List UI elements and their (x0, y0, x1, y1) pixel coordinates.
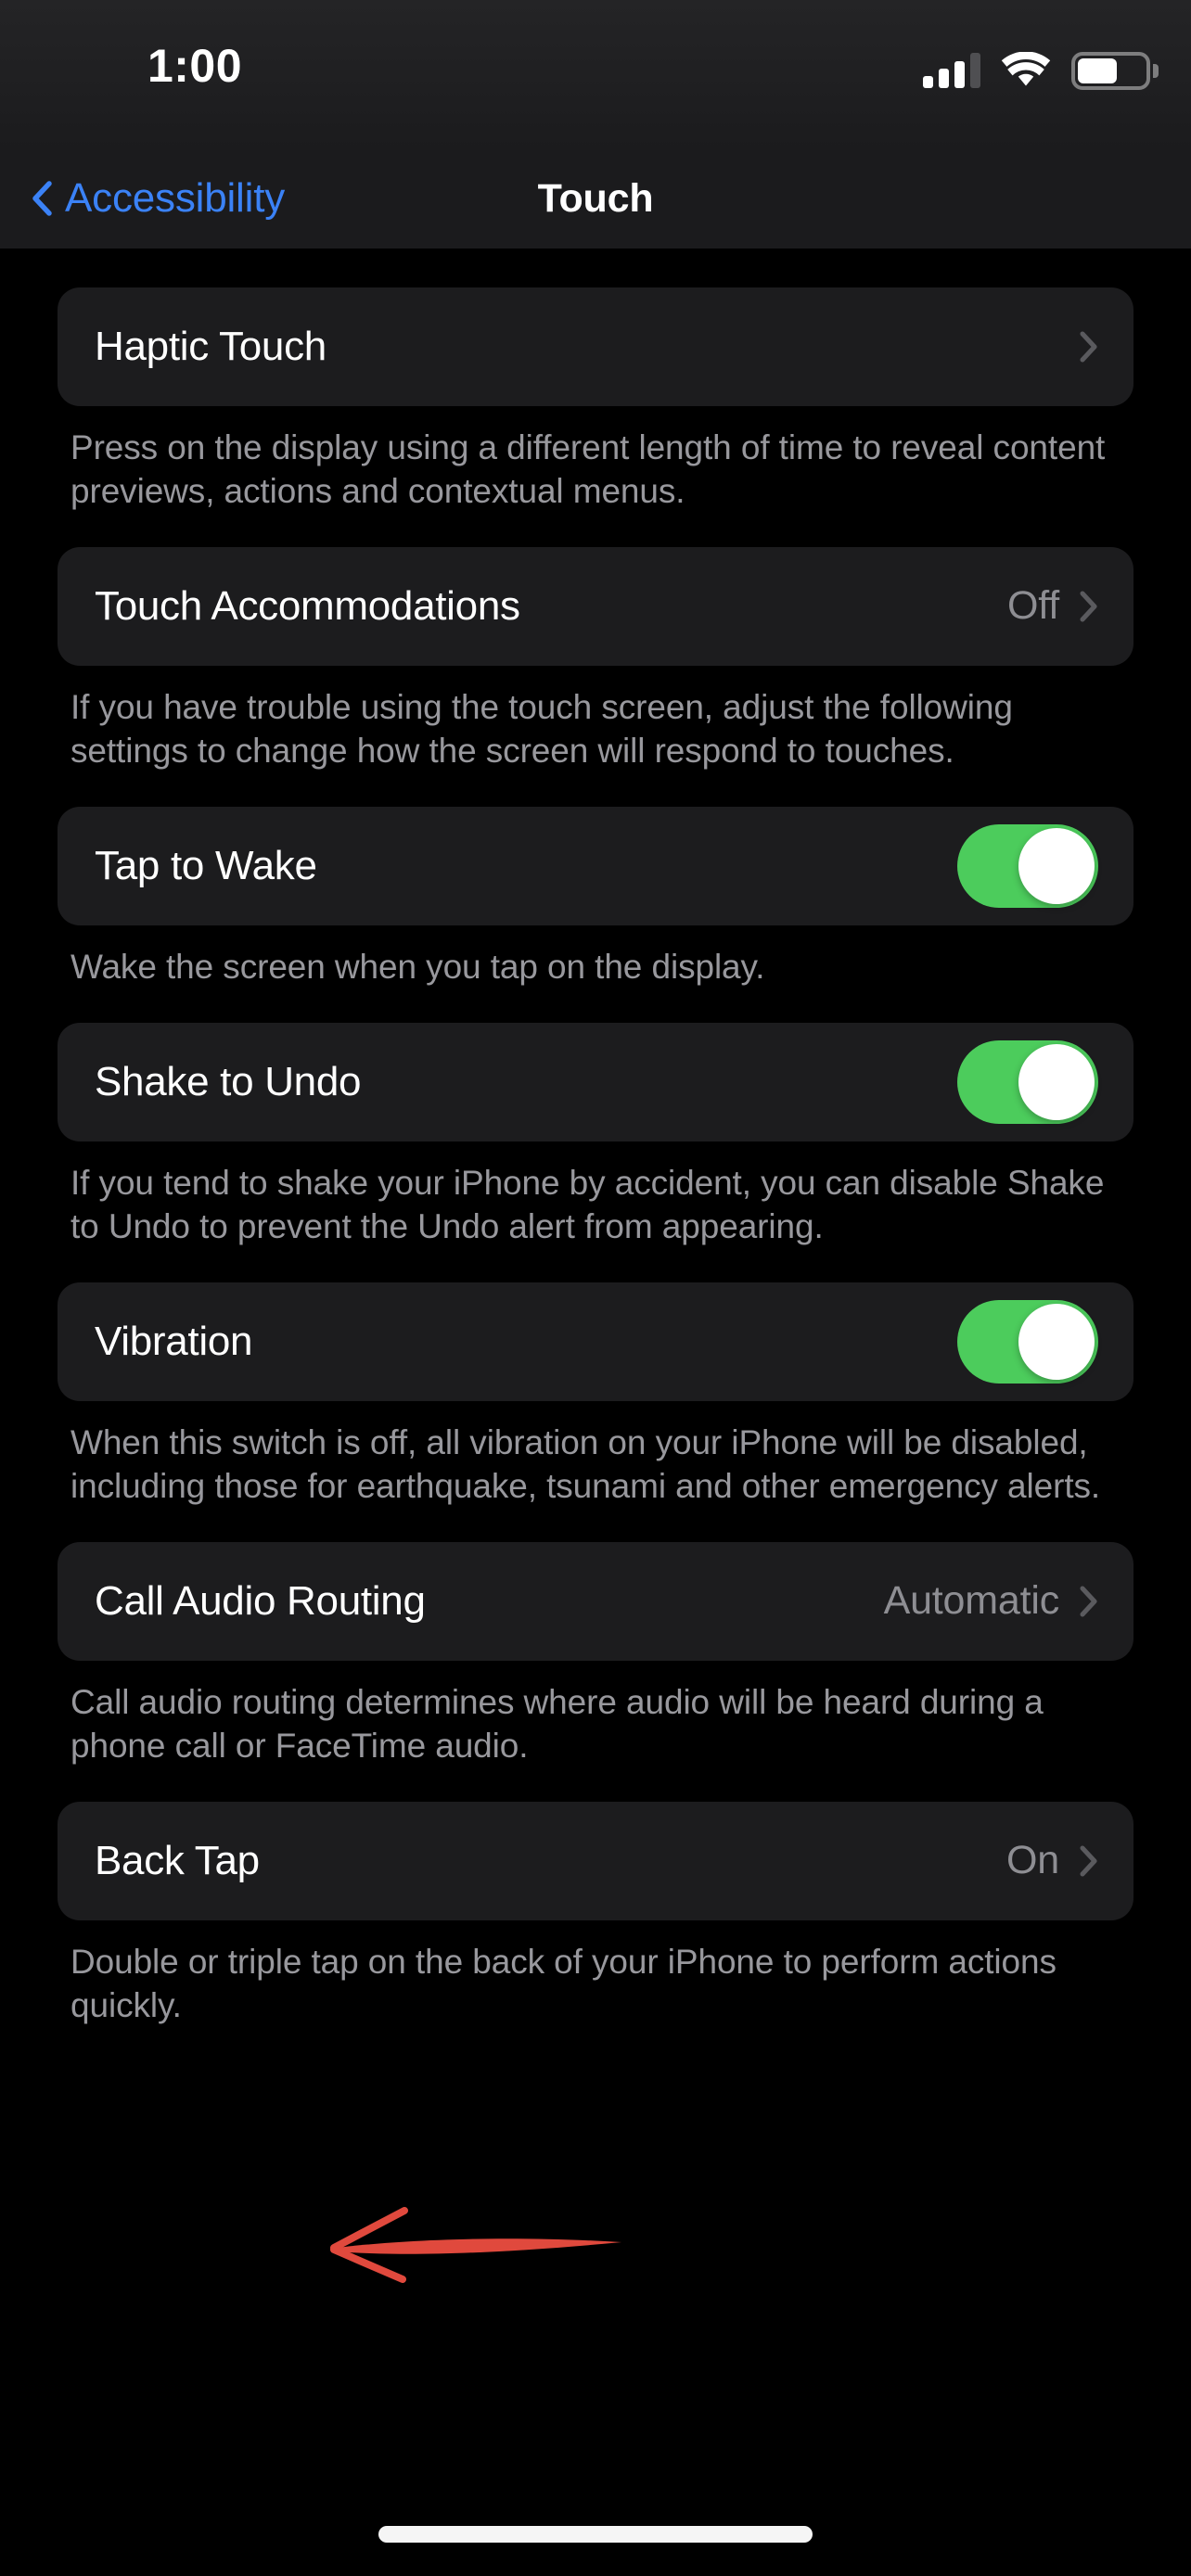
section-footer: When this switch is off, all vibration o… (70, 1422, 1101, 1505)
section-vibration: Vibration When this switch is off, all v… (58, 1282, 1133, 1509)
row-accessory: On (1006, 1838, 1098, 1883)
tap-to-wake-toggle[interactable] (957, 823, 1098, 908)
row-accessory (957, 1039, 1098, 1124)
navigation-bar: Accessibility Touch (0, 148, 1191, 249)
row-accessory: Automatic (884, 1578, 1098, 1624)
back-button-label: Accessibility (65, 175, 286, 221)
section-footer: If you tend to shake your iPhone by acci… (70, 1163, 1105, 1245)
section-back-tap: Back Tap On Double or triple tap on the … (58, 1801, 1133, 2028)
row-value: Off (1007, 583, 1059, 629)
row-label: Touch Accommodations (95, 582, 520, 629)
row-tap-to-wake: Tap to Wake (58, 806, 1133, 925)
row-touch-accommodations[interactable]: Touch Accommodations Off (58, 546, 1133, 666)
section-footer: Call audio routing determines where audi… (70, 1682, 1044, 1765)
chevron-right-icon (1080, 331, 1098, 363)
status-bar-indicators (923, 45, 1159, 96)
row-label: Shake to Undo (95, 1058, 362, 1104)
row-shake-to-undo: Shake to Undo (58, 1022, 1133, 1141)
row-label: Tap to Wake (95, 842, 317, 888)
row-label: Back Tap (95, 1837, 260, 1883)
row-haptic-touch[interactable]: Haptic Touch (58, 287, 1133, 406)
settings-list: Haptic Touch Press on the display using … (0, 249, 1191, 2576)
toggle-knob (1018, 827, 1095, 904)
cellular-signal-icon (923, 53, 980, 88)
section-footer: Press on the display using a different l… (70, 428, 1106, 510)
toggle-knob (1018, 1303, 1095, 1380)
wifi-icon (1001, 52, 1051, 89)
chevron-left-icon (32, 180, 52, 217)
section-footer: If you have trouble using the touch scre… (70, 687, 1013, 770)
battery-icon (1071, 51, 1159, 90)
shake-to-undo-toggle[interactable] (957, 1039, 1098, 1124)
row-accessory (957, 823, 1098, 908)
row-back-tap[interactable]: Back Tap On (58, 1801, 1133, 1920)
section-tap-to-wake: Tap to Wake Wake the screen when you tap… (58, 806, 1133, 989)
chevron-right-icon (1080, 1586, 1098, 1617)
row-value: Automatic (883, 1578, 1060, 1624)
iphone-screen: 1:00 Accessibility Touch Haptic Touch Pr… (0, 0, 1191, 2576)
row-accessory (957, 1299, 1098, 1384)
row-accessory: Off (1007, 583, 1098, 629)
row-accessory (1059, 331, 1098, 363)
home-indicator (378, 2526, 813, 2543)
row-label: Haptic Touch (95, 324, 327, 369)
row-call-audio-routing[interactable]: Call Audio Routing Automatic (58, 1541, 1133, 1661)
status-bar-time: 1:00 (147, 40, 243, 92)
chevron-right-icon (1080, 591, 1098, 622)
chevron-right-icon (1080, 1845, 1098, 1877)
section-haptic-touch: Haptic Touch Press on the display using … (58, 287, 1133, 514)
row-label: Call Audio Routing (95, 1577, 426, 1624)
toggle-knob (1018, 1043, 1095, 1120)
vibration-toggle[interactable] (957, 1299, 1098, 1384)
section-footer: Double or triple tap on the back of your… (70, 1942, 1057, 2024)
row-value: On (1006, 1838, 1059, 1883)
status-bar: 1:00 (0, 0, 1191, 148)
section-footer: Wake the screen when you tap on the disp… (70, 947, 765, 986)
back-button[interactable]: Accessibility (32, 148, 285, 249)
section-call-audio-routing: Call Audio Routing Automatic Call audio … (58, 1541, 1133, 1768)
row-vibration: Vibration (58, 1282, 1133, 1401)
row-label: Vibration (95, 1318, 253, 1364)
section-touch-accommodations: Touch Accommodations Off If you have tro… (58, 546, 1133, 773)
section-shake-to-undo: Shake to Undo If you tend to shake your … (58, 1022, 1133, 1249)
